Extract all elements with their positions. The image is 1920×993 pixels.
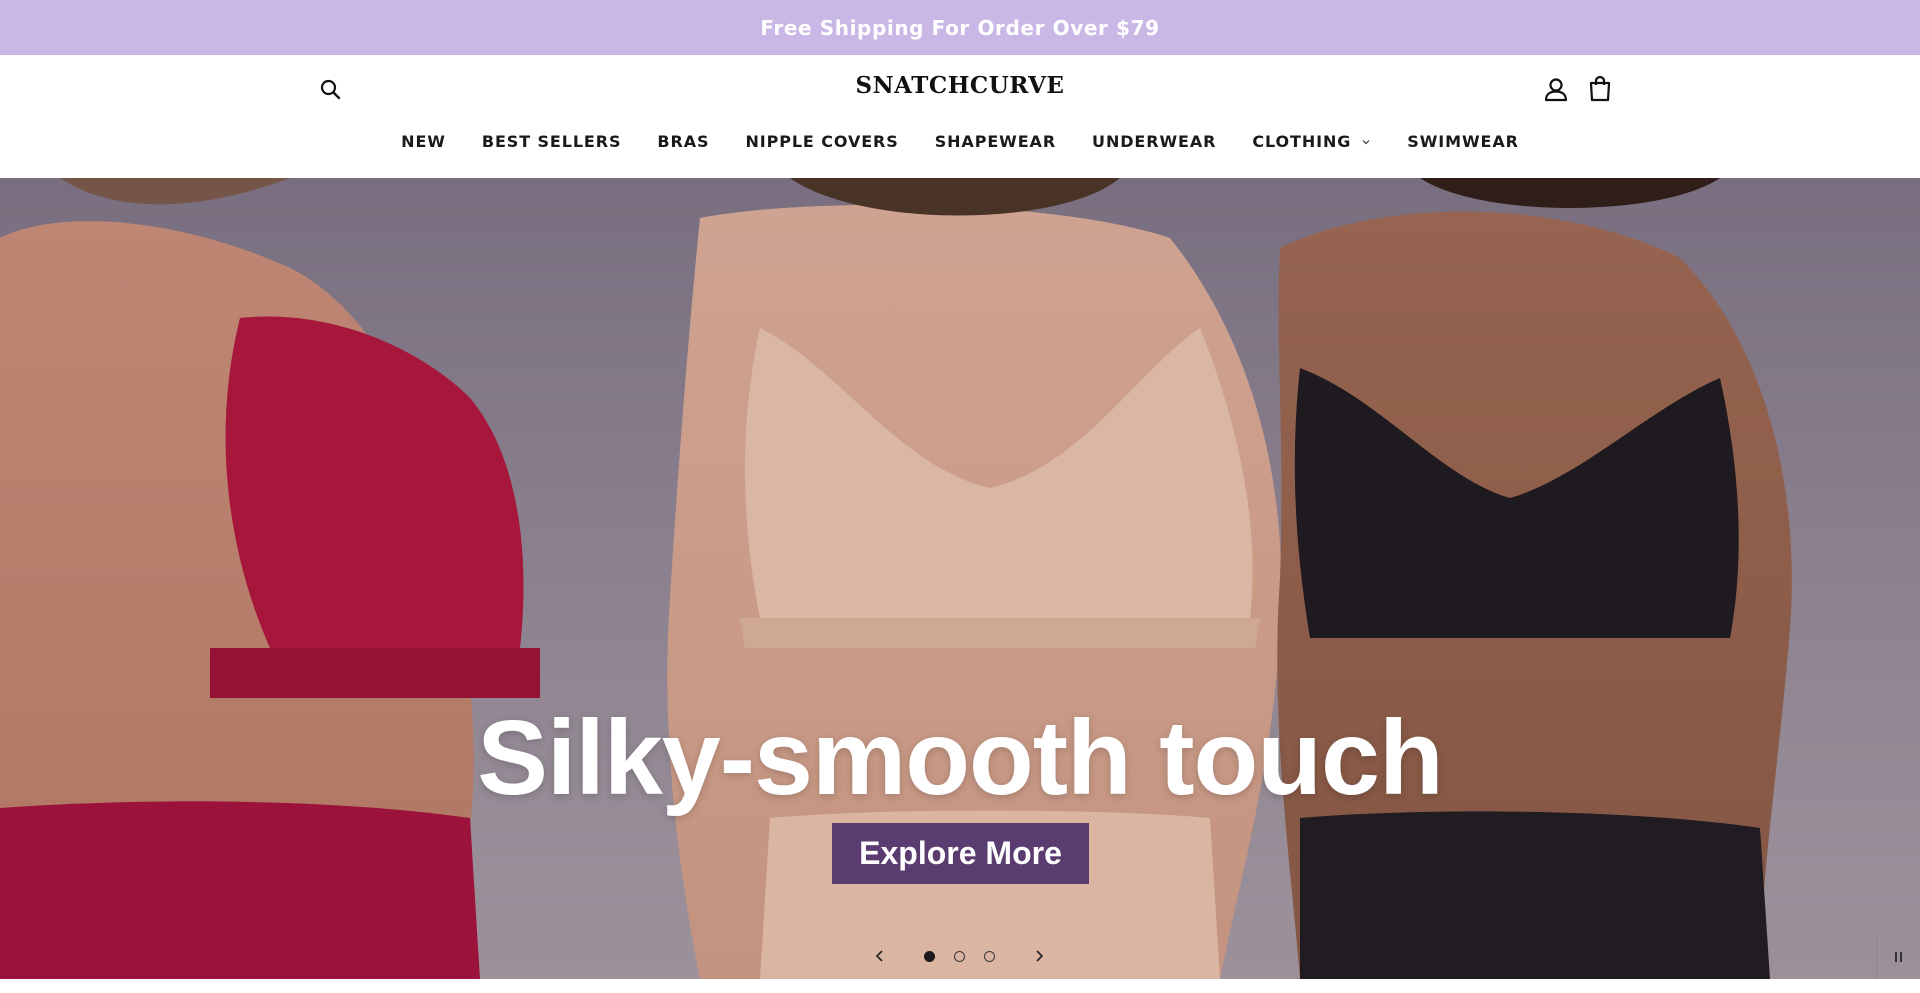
slide-next-button[interactable] — [1031, 941, 1047, 971]
nav-item-label: NIPPLE COVERS — [745, 132, 899, 151]
nav-item-label: BRAS — [657, 132, 710, 151]
slide-dot-3[interactable] — [984, 951, 995, 962]
slide-dot-1[interactable] — [924, 951, 935, 962]
slide-prev-button[interactable] — [872, 941, 888, 971]
explore-more-button[interactable]: Explore More — [832, 823, 1089, 884]
nav-item-new[interactable]: NEW — [383, 132, 464, 151]
site-logo[interactable]: SNATCHCURVE — [0, 72, 1920, 99]
cart-icon — [1589, 75, 1611, 102]
hero-slideshow: Silky-smooth touch Explore More — [0, 178, 1920, 979]
chevron-down-icon — [1362, 139, 1370, 144]
slideshow-pause-button[interactable] — [1876, 934, 1920, 979]
slide-dot-2[interactable] — [954, 951, 965, 962]
nav-item-swimwear[interactable]: SWIMWEAR — [1389, 132, 1537, 151]
main-nav: NEW BEST SELLERS BRAS NIPPLE COVERS SHAPEWEA… — [0, 132, 1920, 151]
nav-item-label: CLOTHING — [1252, 132, 1352, 151]
nav-item-underwear[interactable]: UNDERWEAR — [1074, 132, 1234, 151]
nav-item-label: SWIMWEAR — [1407, 132, 1519, 151]
nav-item-label: NEW — [401, 132, 446, 151]
nav-item-shapewear[interactable]: SHAPEWEAR — [917, 132, 1074, 151]
nav-item-nipple-covers[interactable]: NIPPLE COVERS — [727, 132, 916, 151]
hero-title: Silky-smooth touch — [477, 699, 1444, 817]
nav-item-label: BEST SELLERS — [481, 132, 622, 151]
logo-text: SNATCHCURVE — [855, 72, 1065, 99]
pause-icon — [1894, 951, 1902, 962]
announcement-bar: Free Shipping For Order Over $79 — [0, 0, 1920, 55]
chevron-right-icon — [1036, 950, 1044, 962]
nav-item-label: UNDERWEAR — [1092, 132, 1217, 151]
nav-item-best-sellers[interactable]: BEST SELLERS — [464, 132, 640, 151]
account-button[interactable] — [1542, 75, 1570, 105]
cart-button[interactable] — [1586, 74, 1614, 104]
site-header: SNATCHCURVE NEW BEST SELLERS BRAS NIPPLE CO… — [0, 55, 1920, 178]
announcement-text: Free Shipping For Order Over $79 — [760, 15, 1160, 40]
account-icon — [1544, 78, 1568, 102]
chevron-left-icon — [875, 950, 883, 962]
nav-item-bras[interactable]: BRAS — [639, 132, 727, 151]
nav-item-clothing[interactable]: CLOTHING — [1234, 132, 1389, 151]
nav-item-label: SHAPEWEAR — [934, 132, 1057, 151]
